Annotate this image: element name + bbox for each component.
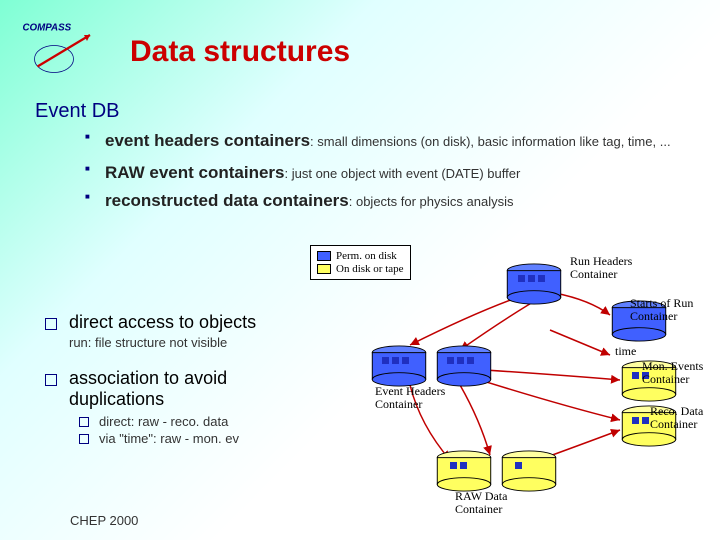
- bullet-2: RAW event containers: just one object wi…: [85, 161, 710, 185]
- bullet-1: event headers containers: small dimensio…: [85, 129, 710, 153]
- diagram: Perm. on disk On disk or tape Run Header…: [310, 245, 710, 505]
- slide-title: Data structures: [130, 35, 350, 69]
- svg-text:COMPASS: COMPASS: [23, 23, 72, 34]
- reco-data-label: Reco. Data Container: [650, 405, 703, 431]
- q-direct-access: direct access to objects: [45, 312, 325, 333]
- raw-data-cyl-2: [500, 450, 558, 492]
- starts-run-label: Starts of Run Container: [630, 297, 693, 323]
- run-headers-cyl: [505, 263, 563, 305]
- run-headers-label: Run Headers Container: [570, 255, 632, 281]
- compass-logo: COMPASS: [20, 20, 100, 80]
- bullet-3: reconstructed data containers: objects f…: [85, 189, 710, 213]
- q-direct-access-sub: run: file structure not visible: [69, 335, 329, 350]
- event-headers-cyl-1: [370, 345, 428, 387]
- raw-data-cyl-1: [435, 450, 493, 492]
- time-label: time: [615, 345, 636, 358]
- footer: CHEP 2000: [70, 513, 138, 528]
- q-association: association to avoid duplications: [45, 368, 325, 410]
- mon-events-label: Mon. Events Container: [642, 360, 703, 386]
- event-headers-cyl-2: [435, 345, 493, 387]
- section-heading: Event DB: [35, 100, 710, 123]
- raw-data-label: RAW Data Container: [455, 490, 507, 516]
- event-headers-label: Event Headers Container: [375, 385, 445, 411]
